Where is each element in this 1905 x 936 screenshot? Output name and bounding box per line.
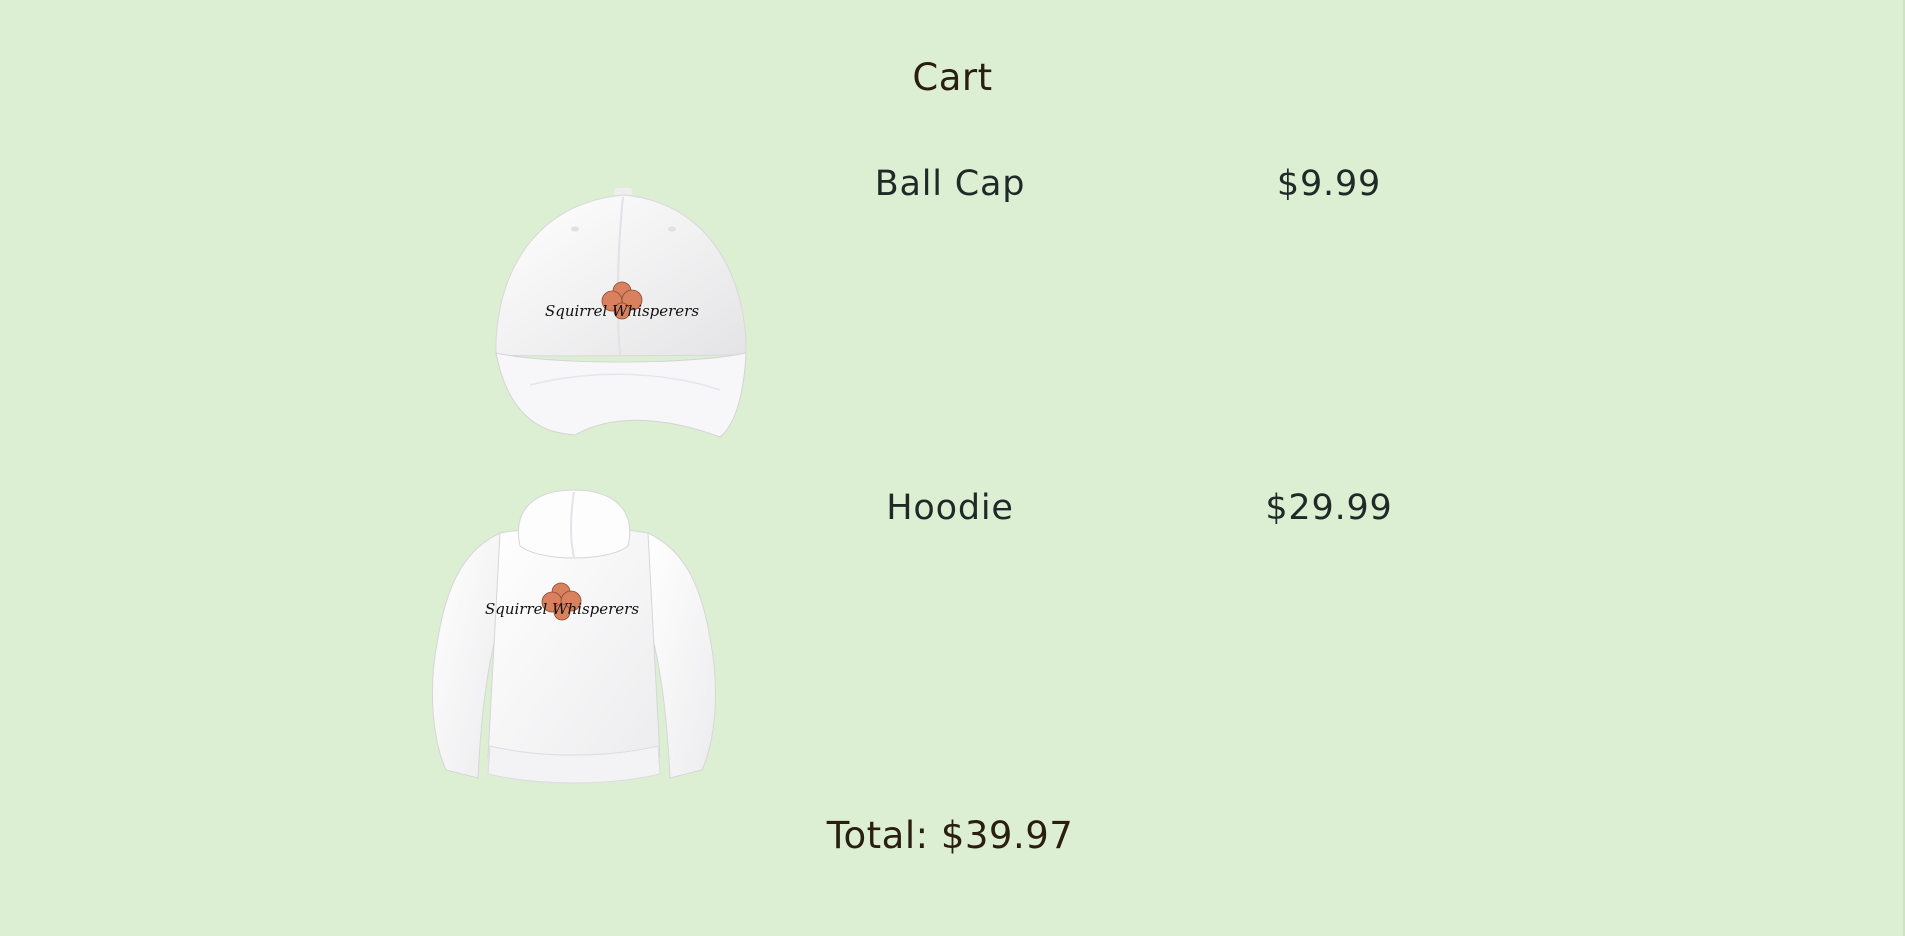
cart-title: Cart <box>912 56 993 99</box>
item-price: $9.99 <box>1276 164 1382 204</box>
ball-cap-image: Squirrel Whisperers <box>495 188 747 438</box>
hoodie-image: Squirrel Whisperers <box>432 489 716 784</box>
svg-text:Squirrel Whisperers: Squirrel Whisperers <box>545 302 699 320</box>
svg-text:Squirrel Whisperers: Squirrel Whisperers <box>485 600 639 618</box>
item-price: $29.99 <box>1265 488 1393 528</box>
item-name: Ball Cap <box>874 164 1026 204</box>
cart-total: Total: $39.97 <box>826 814 1074 857</box>
item-name: Hoodie <box>886 488 1014 528</box>
